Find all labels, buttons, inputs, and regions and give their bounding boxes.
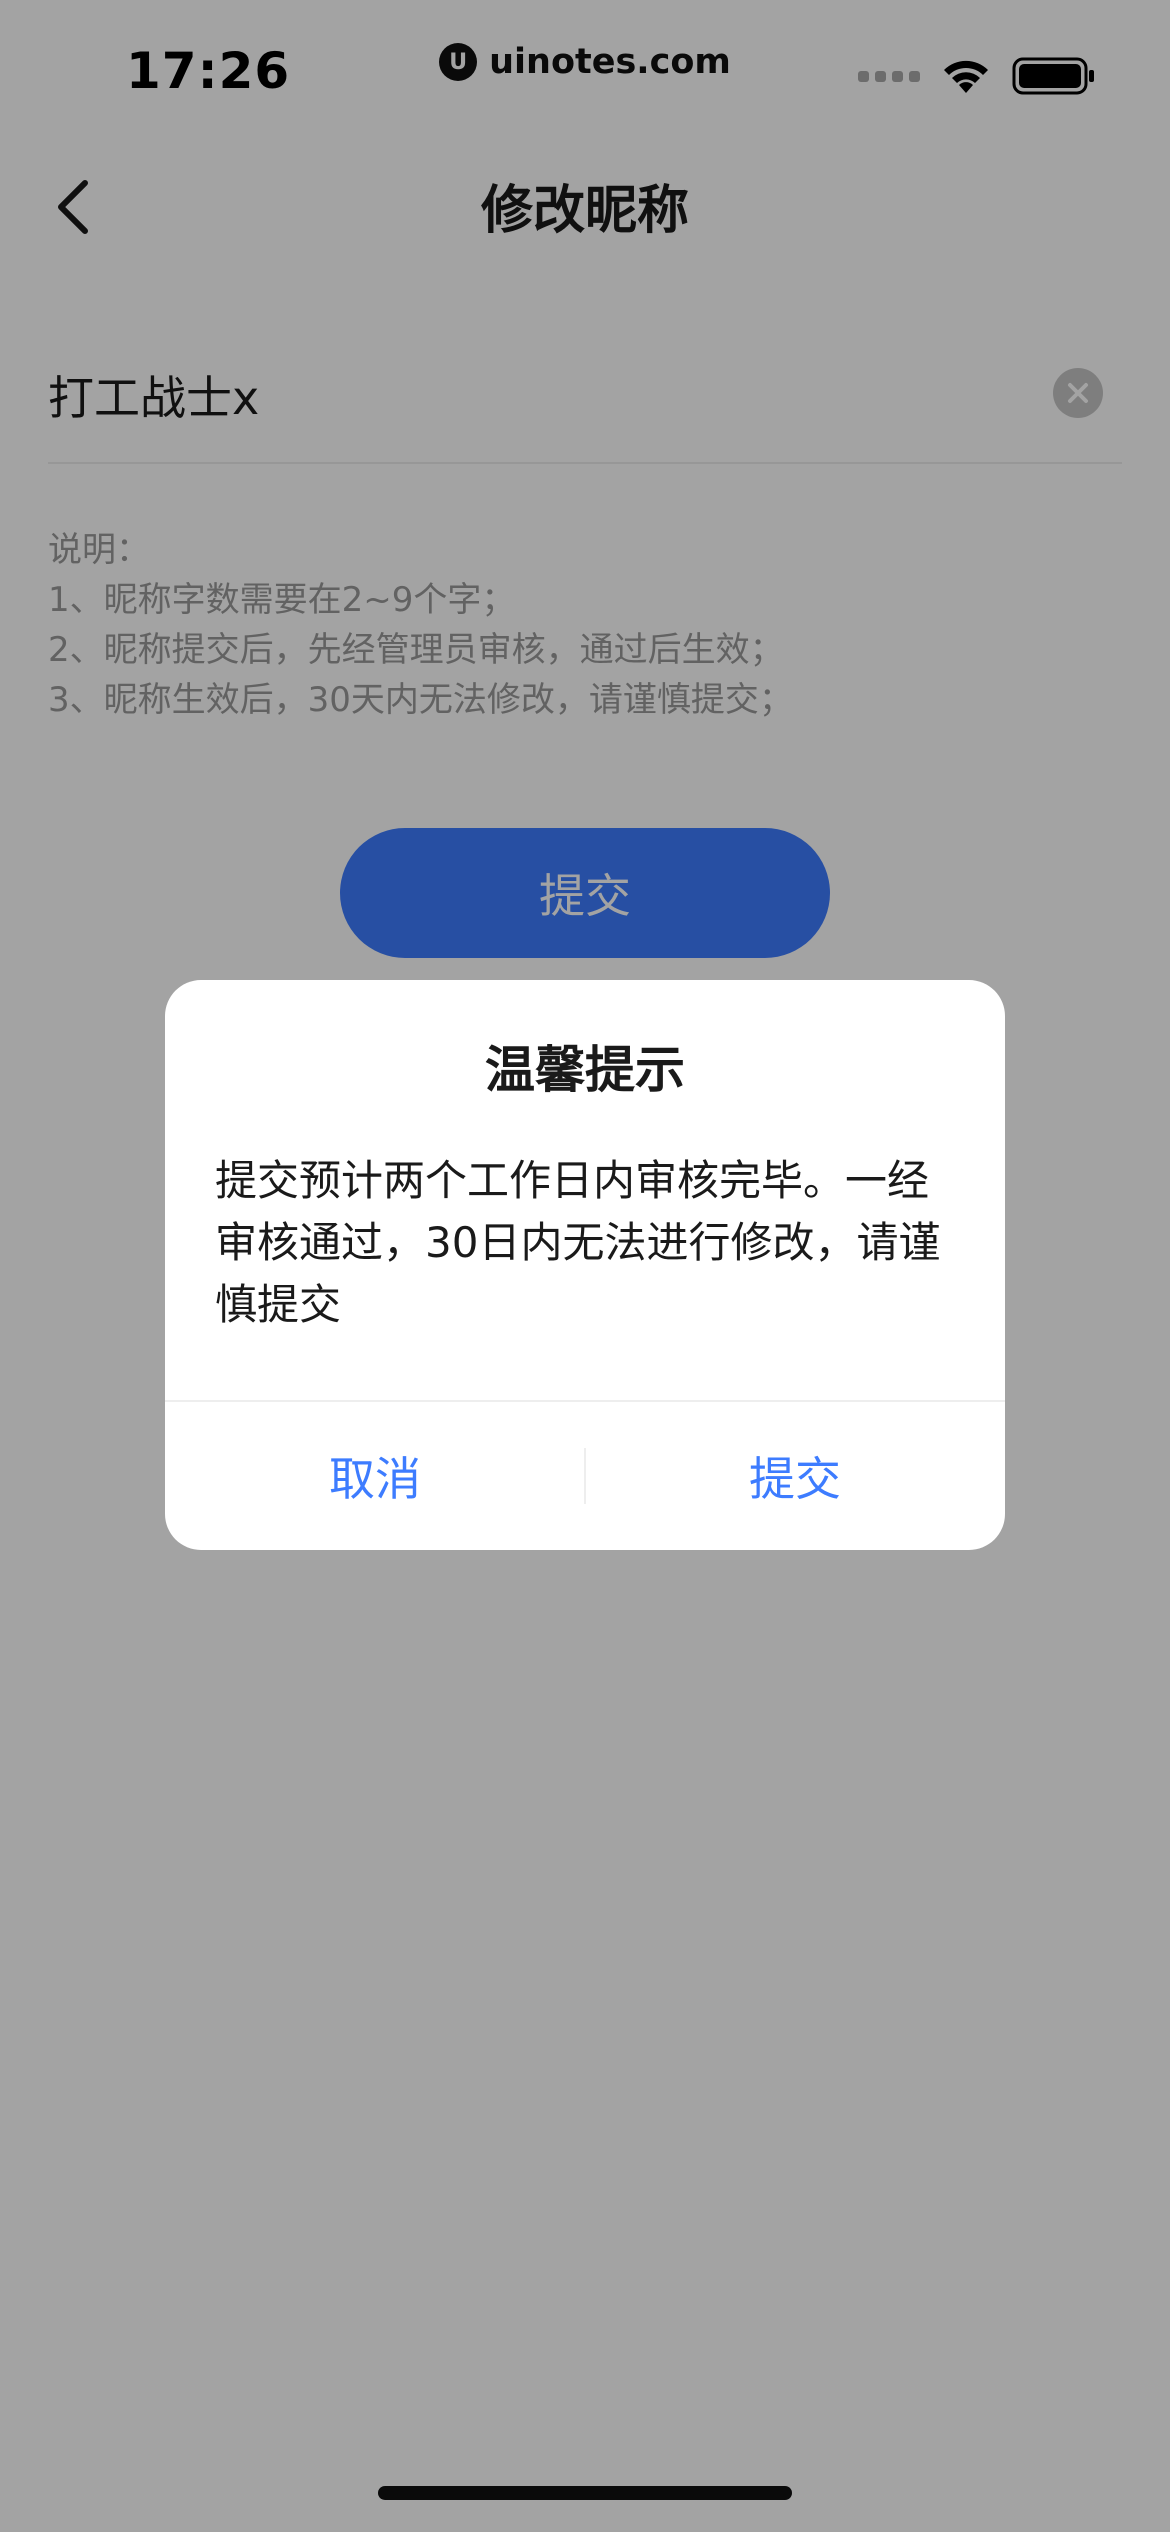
confirm-dialog: 温馨提示 提交预计两个工作日内审核完毕。一经审核通过，30日内无法进行修改，请谨…	[165, 980, 1005, 1550]
dialog-message: 提交预计两个工作日内审核完毕。一经审核通过，30日内无法进行修改，请谨慎提交	[215, 1156, 941, 1329]
dialog-title: 温馨提示	[485, 1041, 685, 1099]
confirm-submit-button[interactable]: 提交	[585, 1402, 1005, 1550]
cancel-button[interactable]: 取消	[165, 1402, 585, 1550]
